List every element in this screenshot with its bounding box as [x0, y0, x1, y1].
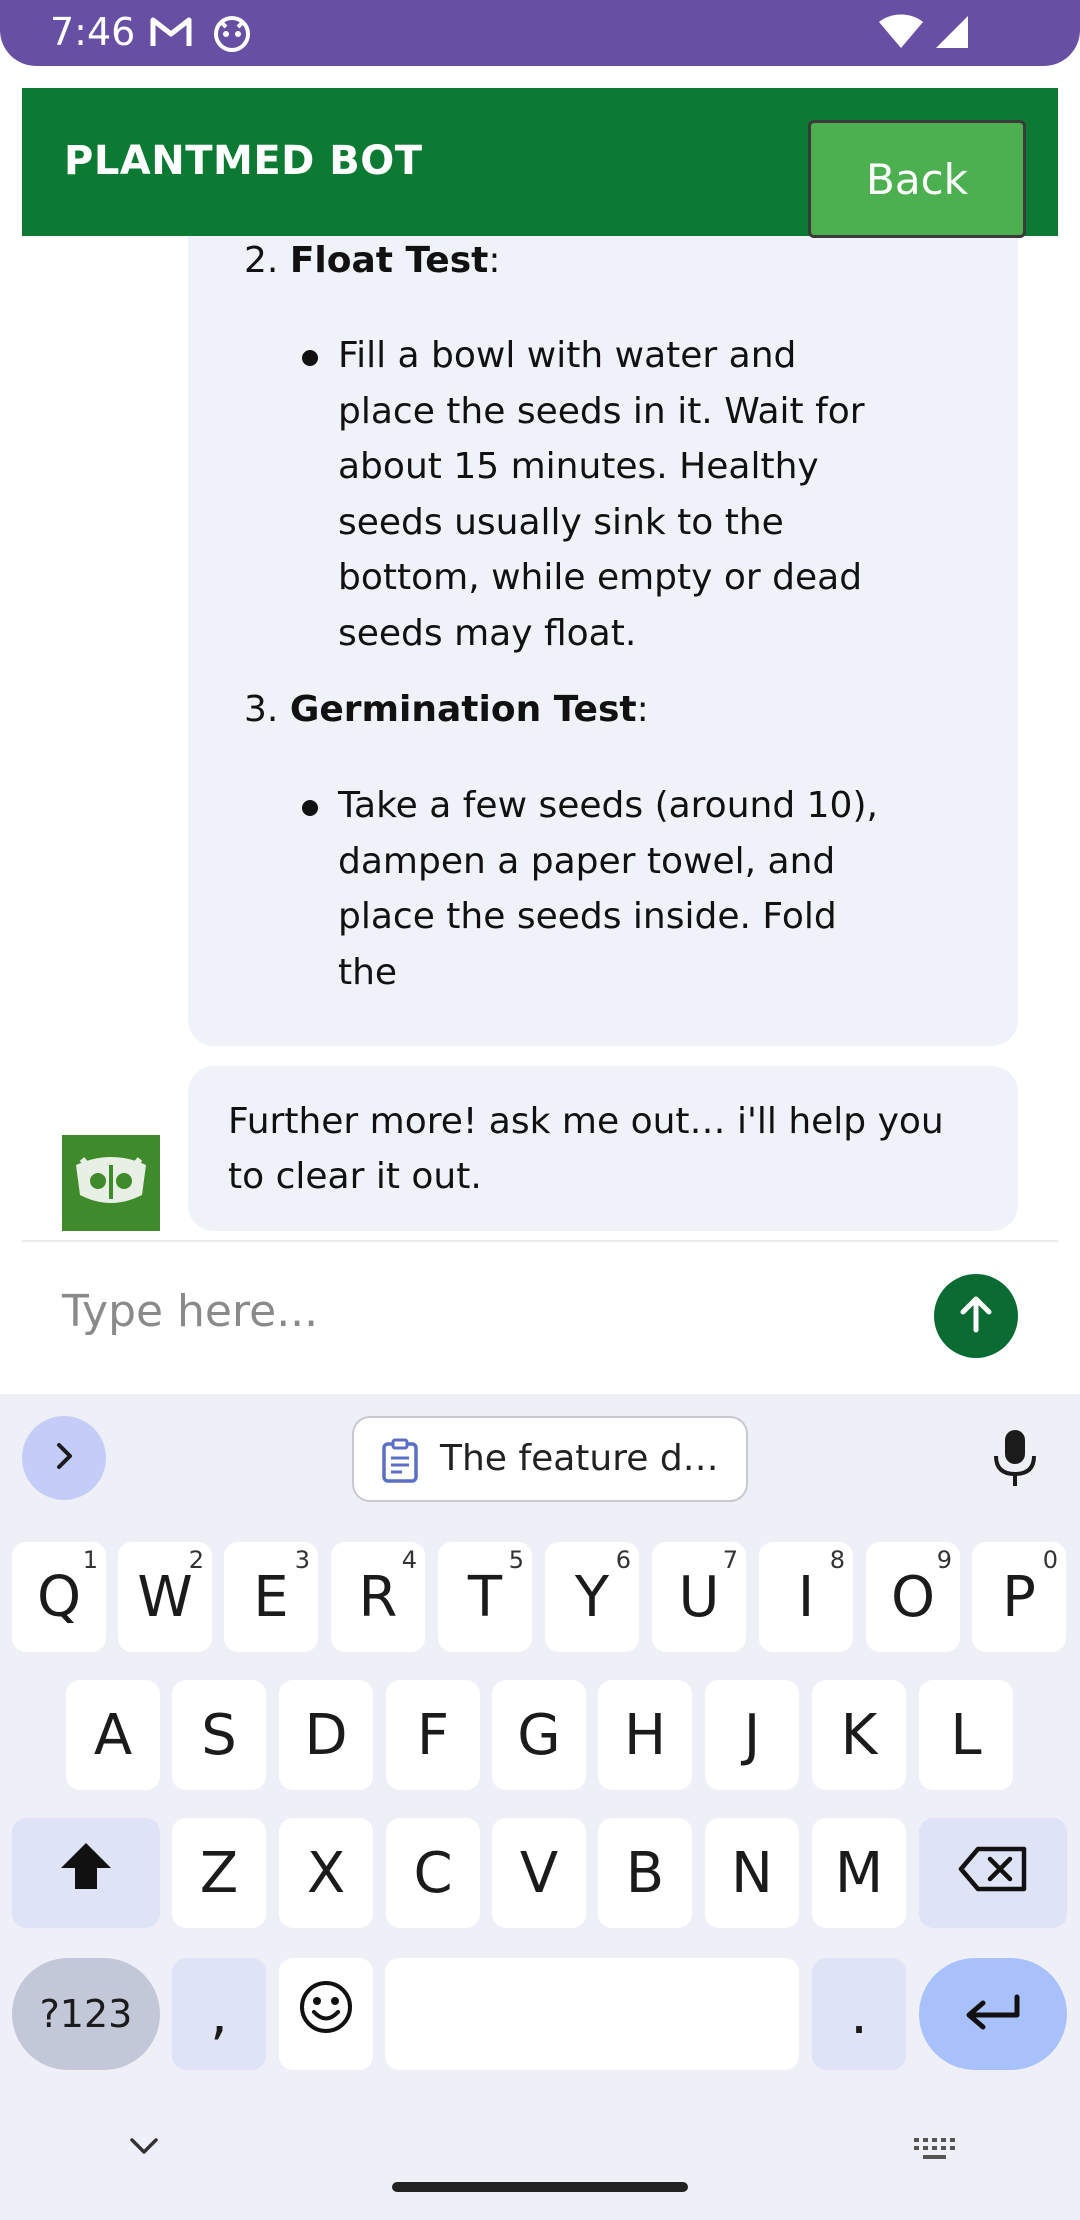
- key-y[interactable]: Y6: [545, 1542, 639, 1652]
- key-b[interactable]: B: [598, 1818, 692, 1928]
- bot-avatar: [62, 1135, 160, 1231]
- enter-key[interactable]: [919, 1958, 1067, 2070]
- list-item-float-test: 2. Float Test:: [244, 240, 500, 281]
- list-item-title: Float Test: [289, 240, 489, 281]
- key-hint: 3: [294, 1546, 310, 1574]
- key-e[interactable]: E3: [224, 1542, 318, 1652]
- keyboard-expand-button[interactable]: [22, 1416, 106, 1500]
- key-f[interactable]: F: [386, 1680, 480, 1790]
- screen: 7:46 2. Float Test: Fill a bowl with wat…: [0, 0, 1080, 2220]
- enter-icon: [963, 1982, 1023, 2047]
- key-i[interactable]: I8: [759, 1542, 853, 1652]
- symbols-key[interactable]: ?123: [12, 1958, 160, 2070]
- list-item-germination-test: 3. Germination Test:: [244, 689, 649, 730]
- period-key[interactable]: .: [812, 1958, 906, 2070]
- clipboard-icon: [380, 1438, 420, 1488]
- bot-message-bubble: Further more! ask me out… i'll help you …: [188, 1066, 1018, 1231]
- clipboard-text: The feature d…: [440, 1438, 719, 1479]
- status-bar: 7:46: [0, 0, 1080, 66]
- key-c[interactable]: C: [386, 1818, 480, 1928]
- cellular-signal-icon: [934, 14, 970, 54]
- microphone-icon[interactable]: [990, 1428, 1040, 1492]
- key-o[interactable]: O9: [866, 1542, 960, 1652]
- key-hint: 9: [936, 1546, 952, 1574]
- hide-keyboard-chevron-icon[interactable]: [126, 2134, 162, 2162]
- message-input[interactable]: Type here...: [62, 1286, 318, 1337]
- gmail-icon: [150, 14, 192, 54]
- key-n[interactable]: N: [705, 1818, 799, 1928]
- key-hint: 0: [1042, 1546, 1058, 1574]
- backspace-icon: [958, 1841, 1028, 1906]
- key-s[interactable]: S: [172, 1680, 266, 1790]
- key-w[interactable]: W2: [118, 1542, 212, 1652]
- app-notification-icon: [212, 14, 252, 56]
- clipboard-suggestion-chip[interactable]: The feature d…: [352, 1416, 748, 1502]
- bot-message-text: Further more! ask me out… i'll help you …: [228, 1101, 944, 1197]
- message-input-row: Type here...: [0, 1242, 1080, 1394]
- send-button[interactable]: [934, 1274, 1018, 1358]
- key-j[interactable]: J: [705, 1680, 799, 1790]
- key-label: I: [797, 1564, 815, 1630]
- key-label: Q: [36, 1564, 82, 1630]
- key-hint: 6: [615, 1546, 631, 1574]
- key-label: W: [137, 1564, 193, 1630]
- chat-area[interactable]: 2. Float Test: Fill a bowl with water an…: [0, 236, 1080, 1240]
- app-title: PLANTMED BOT: [64, 138, 423, 184]
- chevron-right-icon: [49, 1441, 79, 1475]
- key-label: R: [358, 1564, 398, 1630]
- bullet-dot: [302, 350, 318, 366]
- key-k[interactable]: K: [812, 1680, 906, 1790]
- key-z[interactable]: Z: [172, 1818, 266, 1928]
- keyboard: The feature d… Q1 W2 E3 R4 T5 Y6 U7 I8 O…: [0, 1394, 1080, 2220]
- space-key[interactable]: [385, 1958, 799, 2070]
- key-m[interactable]: M: [812, 1818, 906, 1928]
- list-number: 3.: [244, 689, 279, 730]
- comma-key[interactable]: ,: [172, 1958, 266, 2070]
- backspace-key[interactable]: [919, 1818, 1067, 1928]
- key-d[interactable]: D: [279, 1680, 373, 1790]
- key-label: T: [467, 1564, 503, 1630]
- key-label: O: [890, 1564, 936, 1630]
- key-hint: 2: [188, 1546, 204, 1574]
- shift-key[interactable]: [12, 1818, 160, 1928]
- key-v[interactable]: V: [492, 1818, 586, 1928]
- list-number: 2.: [244, 240, 279, 281]
- key-hint: 4: [401, 1546, 417, 1574]
- key-l[interactable]: L: [919, 1680, 1013, 1790]
- germination-test-description: Take a few seeds (around 10), dampen a p…: [338, 785, 878, 993]
- key-label: E: [253, 1564, 289, 1630]
- key-u[interactable]: U7: [652, 1542, 746, 1652]
- key-a[interactable]: A: [66, 1680, 160, 1790]
- key-h[interactable]: H: [598, 1680, 692, 1790]
- back-button[interactable]: Back: [808, 120, 1026, 238]
- key-label: Y: [574, 1564, 610, 1630]
- key-hint: 7: [722, 1546, 738, 1574]
- home-indicator[interactable]: [392, 2182, 688, 2192]
- emoji-icon: [298, 1979, 354, 2049]
- key-x[interactable]: X: [279, 1818, 373, 1928]
- key-hint: 1: [82, 1546, 98, 1574]
- key-r[interactable]: R4: [331, 1542, 425, 1652]
- key-t[interactable]: T5: [438, 1542, 532, 1652]
- key-g[interactable]: G: [492, 1680, 586, 1790]
- key-p[interactable]: P0: [972, 1542, 1066, 1652]
- keyboard-switch-icon[interactable]: [912, 2136, 960, 2168]
- key-hint: 8: [829, 1546, 845, 1574]
- key-hint: 5: [508, 1546, 524, 1574]
- wifi-icon: [878, 14, 924, 54]
- float-test-description: Fill a bowl with water and place the see…: [338, 335, 865, 654]
- bullet-dot: [302, 800, 318, 816]
- list-item-suffix: :: [488, 240, 501, 281]
- key-label: U: [678, 1564, 720, 1630]
- shift-icon: [58, 1840, 114, 1906]
- list-item-suffix: :: [636, 689, 649, 730]
- key-label: P: [1002, 1564, 1036, 1630]
- key-q[interactable]: Q1: [12, 1542, 106, 1652]
- list-item-title: Germination Test: [289, 689, 637, 730]
- arrow-up-icon: [954, 1292, 998, 1340]
- emoji-key[interactable]: [279, 1958, 373, 2070]
- status-time: 7:46: [50, 10, 136, 54]
